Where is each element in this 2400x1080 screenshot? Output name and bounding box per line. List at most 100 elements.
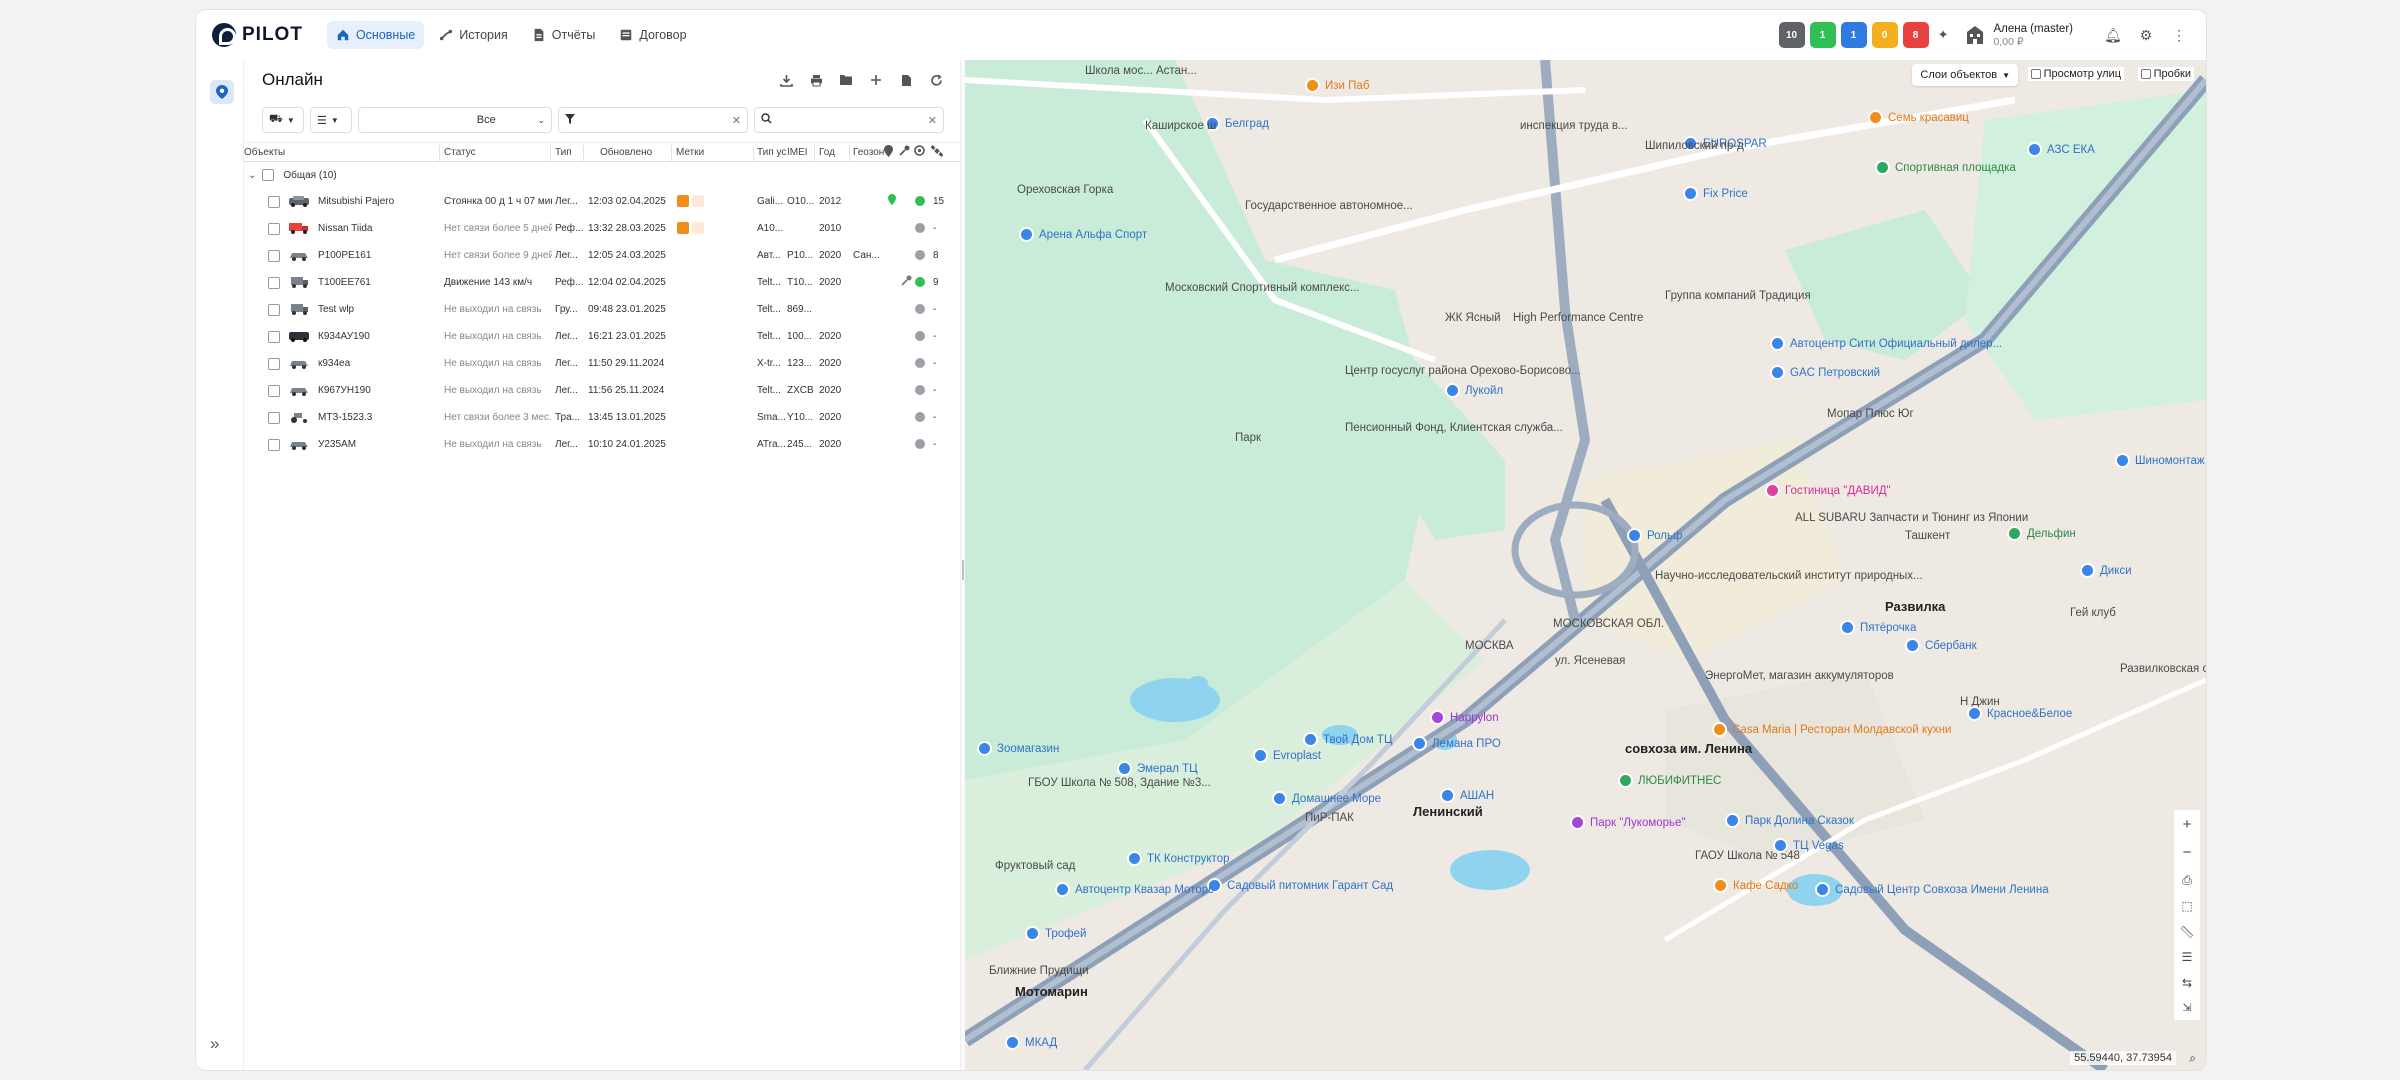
table-row[interactable]: к934еа Не выходил на связь Лег... 11:50 29.… (244, 350, 960, 377)
map-label[interactable]: МКАД (1025, 1037, 1057, 1050)
object-name[interactable]: Nissan Tiida (318, 223, 438, 234)
map-label[interactable]: Садовый питомник Гарант Сад (1227, 880, 1393, 893)
poi-marker-icon[interactable] (1305, 78, 1320, 93)
table-row[interactable]: К934АУ190 Не выходил на связь Лег... 16:21 … (244, 323, 960, 350)
map-label[interactable]: Ленинский (1413, 805, 1483, 818)
map-label[interactable]: Пенсионный Фонд, Клиентская служба... (1345, 422, 1563, 435)
map-label[interactable]: High Performance Centre (1513, 312, 1643, 325)
map-label[interactable]: Ташкент (1905, 530, 1950, 543)
poi-marker-icon[interactable] (1875, 160, 1890, 175)
file-icon[interactable] (898, 72, 914, 88)
table-row[interactable]: Т100ЕЕ761 Движение 143 км/ч Реф... 12:04 02… (244, 269, 960, 296)
poi-marker-icon[interactable] (2027, 142, 2042, 157)
object-name[interactable]: К967УН190 (318, 385, 438, 396)
map-label[interactable]: Трофей (1045, 928, 1086, 941)
user-menu[interactable]: Алена (master) 0,00 ₽ (1965, 23, 2073, 48)
poi-marker-icon[interactable] (1117, 761, 1132, 776)
row-checkbox[interactable] (268, 439, 280, 451)
poi-marker-icon[interactable] (1765, 483, 1780, 498)
poi-marker-icon[interactable] (2080, 563, 2095, 578)
nav-main[interactable]: Основные (326, 21, 425, 49)
map-label[interactable]: АШАН (1460, 790, 1494, 803)
map-label[interactable]: Casa Maria | Ресторан Молдавской кухни (1732, 724, 1951, 737)
table-row[interactable]: Mitsubishi Pajero Стоянка 00 д 1 ч 07 мин… (244, 188, 960, 215)
poi-marker-icon[interactable] (1019, 227, 1034, 242)
map-label[interactable]: Школа мос... Астан... (1085, 65, 1197, 78)
map-label[interactable]: инспекция труда в... (1520, 120, 1628, 133)
map-label[interactable]: совхоза им. Ленина (1625, 742, 1752, 755)
poi-marker-icon[interactable] (1618, 773, 1633, 788)
poi-marker-icon[interactable] (1770, 336, 1785, 351)
col-status[interactable]: Статус (444, 147, 476, 158)
bell-icon[interactable]: 🔔︎ (2102, 24, 2124, 46)
map-label[interactable]: Шиномонтаж (2135, 455, 2205, 468)
map-label[interactable]: Твой Дом ТЦ (1323, 734, 1392, 747)
group-checkbox[interactable] (262, 169, 275, 181)
map-label[interactable]: Happylon (1450, 712, 1499, 725)
map-label[interactable]: Изи Паб (1325, 80, 1369, 93)
map-print-icon[interactable]: ⎙ (2182, 873, 2192, 888)
poi-marker-icon[interactable] (1770, 365, 1785, 380)
street-view-toggle[interactable]: Просмотр улиц (2027, 67, 2124, 81)
tag-mark-empty[interactable] (692, 195, 704, 207)
map-label[interactable]: Мотомарин (1015, 985, 1088, 998)
poi-marker-icon[interactable] (1253, 748, 1268, 763)
object-layers-dropdown[interactable]: Слои объектов ▼ (1912, 64, 2018, 86)
map-label[interactable]: Fix Price (1703, 188, 1748, 201)
nav-reports[interactable]: Отчёты (523, 21, 605, 49)
map-label[interactable]: Развилковская средняя общеобразовательна… (2120, 663, 2206, 676)
map-label[interactable]: Арена Альфа Спорт (1039, 229, 1147, 242)
table-row[interactable]: Nissan Tiida Нет связи более 5 дней Реф...… (244, 215, 960, 242)
badge-moving[interactable]: 1 (1840, 22, 1867, 48)
map-label[interactable]: Дикси (2100, 565, 2132, 578)
expand-icon[interactable]: » (210, 1034, 219, 1054)
map-label[interactable]: ALL SUBARU Запчасти и Тюнинг из Японии (1795, 512, 2028, 525)
poi-marker-icon[interactable] (1127, 851, 1142, 866)
map-label[interactable]: АЗС ЕКА (2047, 144, 2095, 157)
map-label[interactable]: ТЦ Vegas (1793, 840, 1844, 853)
map-label[interactable]: Автоцентр Квазар Моторс (1075, 884, 1214, 897)
col-objects[interactable]: Объекты (244, 147, 285, 158)
download-icon[interactable] (778, 72, 794, 88)
map-label[interactable]: Кафе Садко (1733, 880, 1798, 893)
table-row[interactable]: У235АМ Не выходил на связь Лег... 10:10 24.… (244, 431, 960, 458)
poi-marker-icon[interactable] (1440, 788, 1455, 803)
map-label[interactable]: Парк (1235, 432, 1261, 445)
col-satellite-icon[interactable] (930, 145, 944, 160)
poi-marker-icon[interactable] (1773, 838, 1788, 853)
poi-marker-icon[interactable] (1445, 383, 1460, 398)
map-canvas[interactable] (965, 60, 2206, 1070)
online-view-button[interactable] (210, 80, 234, 104)
map-label[interactable]: Парк "Лукоморье" (1590, 817, 1686, 830)
row-checkbox[interactable] (268, 250, 280, 262)
col-imei[interactable]: IMEI (787, 147, 808, 158)
object-name[interactable]: К934АУ190 (318, 331, 438, 342)
map-label[interactable]: Гостиница "ДАВИД" (1785, 485, 1891, 498)
map-label[interactable]: ГБОУ Школа № 508, Здание №3... (1028, 777, 1211, 790)
map-label[interactable]: Evroplast (1273, 750, 1321, 763)
col-signal-icon[interactable] (914, 145, 925, 159)
poi-marker-icon[interactable] (1905, 638, 1920, 653)
map-label[interactable]: Научно-исследовательский институт природ… (1655, 570, 1923, 583)
object-name[interactable]: Mitsubishi Pajero (318, 196, 438, 207)
row-checkbox[interactable] (268, 385, 280, 397)
poi-marker-icon[interactable] (1868, 110, 1883, 125)
zoom-in-icon[interactable]: + (2183, 816, 2192, 833)
map-label[interactable]: Московский Спортивный комплекс... (1165, 282, 1360, 295)
map-label[interactable]: ЖК Ясный (1445, 312, 1501, 325)
map-label[interactable]: Белград (1225, 118, 1269, 131)
map-label[interactable]: ПиР-ПАК (1305, 812, 1354, 825)
traffic-checkbox[interactable] (2140, 69, 2151, 79)
tag-mark[interactable] (677, 195, 689, 207)
map-label[interactable]: Ореховская Горка (1017, 184, 1113, 197)
map-label[interactable]: МОСКОВСКАЯ ОБЛ. (1553, 618, 1664, 631)
map-label[interactable]: ТК Конструктор (1147, 853, 1230, 866)
map-label[interactable]: Красное&Белое (1987, 708, 2072, 721)
ruler-icon[interactable]: 📏︎ (2179, 925, 2194, 939)
poi-marker-icon[interactable] (1815, 882, 1830, 897)
map-label[interactable]: Парк Долина Сказок (1745, 815, 1854, 828)
col-device-type[interactable]: Тип ус (757, 147, 786, 158)
poi-marker-icon[interactable] (1713, 878, 1728, 893)
row-checkbox[interactable] (268, 358, 280, 370)
object-name[interactable]: У235АМ (318, 439, 438, 450)
